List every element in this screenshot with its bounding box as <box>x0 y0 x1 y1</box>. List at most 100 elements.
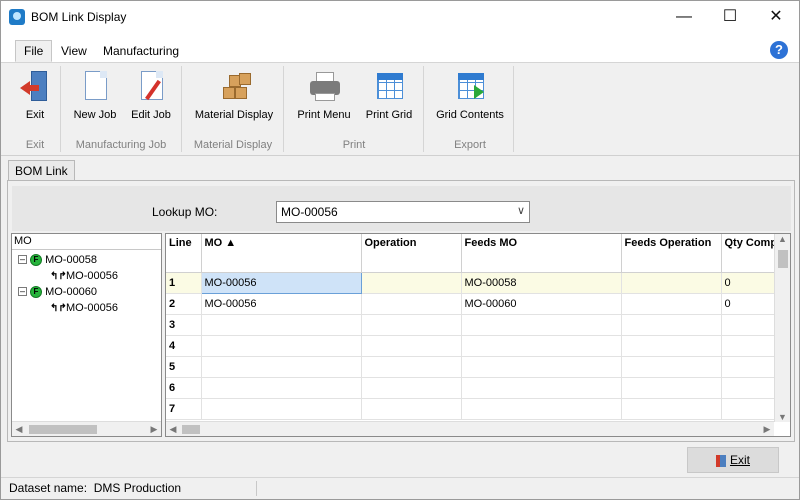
mo-cell[interactable] <box>201 314 362 336</box>
group-label-print: Print <box>342 139 366 151</box>
feeds-operation-cell[interactable] <box>621 314 722 336</box>
tab-bom-link[interactable]: BOM Link <box>8 160 75 181</box>
scroll-up-icon[interactable]: ▲ <box>778 234 787 244</box>
scroll-thumb[interactable] <box>182 425 200 434</box>
feeds-operation-cell[interactable] <box>621 272 722 294</box>
scroll-left-icon[interactable]: ◀ <box>166 422 180 436</box>
bom-link-panel: Lookup MO: MO-00056 ∨ MO – F MO-00058 ↰↱… <box>7 180 795 442</box>
tree-child-node[interactable]: ↰↱MO-00056 <box>50 268 118 284</box>
qty-cell[interactable] <box>721 335 782 357</box>
new-job-label: New Job <box>73 109 117 121</box>
feeds-mo-cell[interactable] <box>461 335 622 357</box>
feeds-operation-cell[interactable] <box>621 377 722 399</box>
column-header-operation[interactable]: Operation <box>361 234 462 273</box>
ribbon: Exit Exit New Job Edit Job Manufacturing… <box>1 63 799 156</box>
edit-job-label: Edit Job <box>131 109 171 121</box>
menu-tab-view[interactable]: View <box>53 41 95 63</box>
feeds-mo-cell[interactable] <box>461 314 622 336</box>
mo-tree: MO – F MO-00058 ↰↱MO-00056 – F MO-00060 … <box>11 233 162 437</box>
operation-cell[interactable] <box>361 314 462 336</box>
feeds-mo-cell[interactable]: MO-00058 <box>461 272 622 294</box>
menu-tab-manufacturing[interactable]: Manufacturing <box>95 41 187 63</box>
table-row[interactable]: 1 MO-00056 MO-00058 0 <box>166 271 782 294</box>
column-header-feeds-operation[interactable]: Feeds Operation <box>621 234 722 273</box>
feeds-mo-cell[interactable]: MO-00060 <box>461 293 622 315</box>
exit-ribbon-button[interactable]: Exit <box>15 67 55 121</box>
feeds-mo-cell[interactable] <box>461 356 622 378</box>
feeds-operation-cell[interactable] <box>621 398 722 420</box>
print-grid-icon <box>373 69 405 103</box>
qty-cell[interactable] <box>721 398 782 420</box>
tree-node-label: MO-00058 <box>45 254 98 266</box>
scroll-right-icon[interactable]: ▶ <box>147 422 161 437</box>
exit-button[interactable]: Exit <box>687 447 779 473</box>
group-label-exit: Exit <box>25 139 45 151</box>
tree-node[interactable]: – F MO-00060 <box>18 284 97 300</box>
ribbon-separator <box>423 66 424 152</box>
qty-cell[interactable]: 0 <box>721 293 782 315</box>
operation-cell[interactable] <box>361 377 462 399</box>
grid-contents-button[interactable]: Grid Contents <box>433 67 507 121</box>
operation-cell[interactable] <box>361 272 462 294</box>
table-row[interactable]: 3 <box>166 314 782 336</box>
feeds-operation-cell[interactable] <box>621 335 722 357</box>
table-row[interactable]: 7 <box>166 398 782 420</box>
menu-tab-file[interactable]: File <box>15 40 53 62</box>
help-icon[interactable]: ? <box>770 41 788 59</box>
new-job-button[interactable]: New Job <box>71 67 119 121</box>
print-menu-button[interactable]: Print Menu <box>293 67 355 121</box>
operation-cell[interactable] <box>361 356 462 378</box>
qty-cell[interactable]: 0 <box>721 272 782 294</box>
scroll-thumb[interactable] <box>778 250 788 268</box>
material-display-label: Material Display <box>194 109 274 121</box>
feeds-mo-cell[interactable] <box>461 398 622 420</box>
scroll-down-icon[interactable]: ▼ <box>778 412 787 422</box>
mo-cell[interactable]: MO-00056 <box>201 293 362 315</box>
maximize-button[interactable]: ☐ <box>707 1 753 33</box>
operation-cell[interactable] <box>361 335 462 357</box>
grid-vertical-scrollbar[interactable]: ▲ ▼ <box>774 234 790 422</box>
tree-node[interactable]: – F MO-00058 <box>18 252 97 268</box>
tree-child-node[interactable]: ↰↱MO-00056 <box>50 300 118 316</box>
column-header-line[interactable]: Line <box>166 234 202 273</box>
operation-cell[interactable] <box>361 293 462 315</box>
ribbon-separator <box>181 66 182 152</box>
mo-cell[interactable] <box>201 398 362 420</box>
column-header-qty-comp[interactable]: Qty Comp <box>721 234 782 273</box>
collapse-icon[interactable]: – <box>18 255 27 264</box>
mo-cell[interactable] <box>201 356 362 378</box>
close-button[interactable]: ✕ <box>753 1 799 33</box>
table-row[interactable]: 2 MO-00056 MO-00060 0 <box>166 293 782 315</box>
table-row[interactable]: 6 <box>166 377 782 399</box>
print-grid-button[interactable]: Print Grid <box>361 67 417 121</box>
tree-horizontal-scrollbar[interactable]: ◀ ▶ <box>12 421 161 436</box>
grid-horizontal-scrollbar[interactable]: ◀ ▶ <box>166 421 774 436</box>
material-display-button[interactable]: Material Display <box>191 67 277 121</box>
operation-cell[interactable] <box>361 398 462 420</box>
feeds-operation-cell[interactable] <box>621 356 722 378</box>
ribbon-separator <box>513 66 514 152</box>
table-row[interactable]: 5 <box>166 356 782 378</box>
qty-cell[interactable] <box>721 377 782 399</box>
scroll-right-icon[interactable]: ▶ <box>760 422 774 436</box>
feeds-mo-cell[interactable] <box>461 377 622 399</box>
collapse-icon[interactable]: – <box>18 287 27 296</box>
mo-cell[interactable]: MO-00056 <box>200 271 362 294</box>
feeds-operation-cell[interactable] <box>621 293 722 315</box>
mo-cell[interactable] <box>201 377 362 399</box>
table-row[interactable]: 4 <box>166 335 782 357</box>
mo-cell[interactable] <box>201 335 362 357</box>
scroll-thumb[interactable] <box>29 425 97 434</box>
qty-cell[interactable] <box>721 314 782 336</box>
chevron-down-icon[interactable]: ∨ <box>517 204 525 217</box>
exit-button-label: Exit <box>729 453 750 467</box>
column-header-feeds-mo[interactable]: Feeds MO <box>461 234 622 273</box>
print-grid-label: Print Grid <box>365 109 413 121</box>
line-cell: 6 <box>166 377 202 399</box>
minimize-button[interactable]: — <box>661 1 707 33</box>
column-header-mo[interactable]: MO ▲ <box>201 234 362 273</box>
qty-cell[interactable] <box>721 356 782 378</box>
lookup-mo-select[interactable]: MO-00056 ∨ <box>276 201 530 223</box>
scroll-left-icon[interactable]: ◀ <box>12 422 26 437</box>
edit-job-button[interactable]: Edit Job <box>126 67 176 121</box>
